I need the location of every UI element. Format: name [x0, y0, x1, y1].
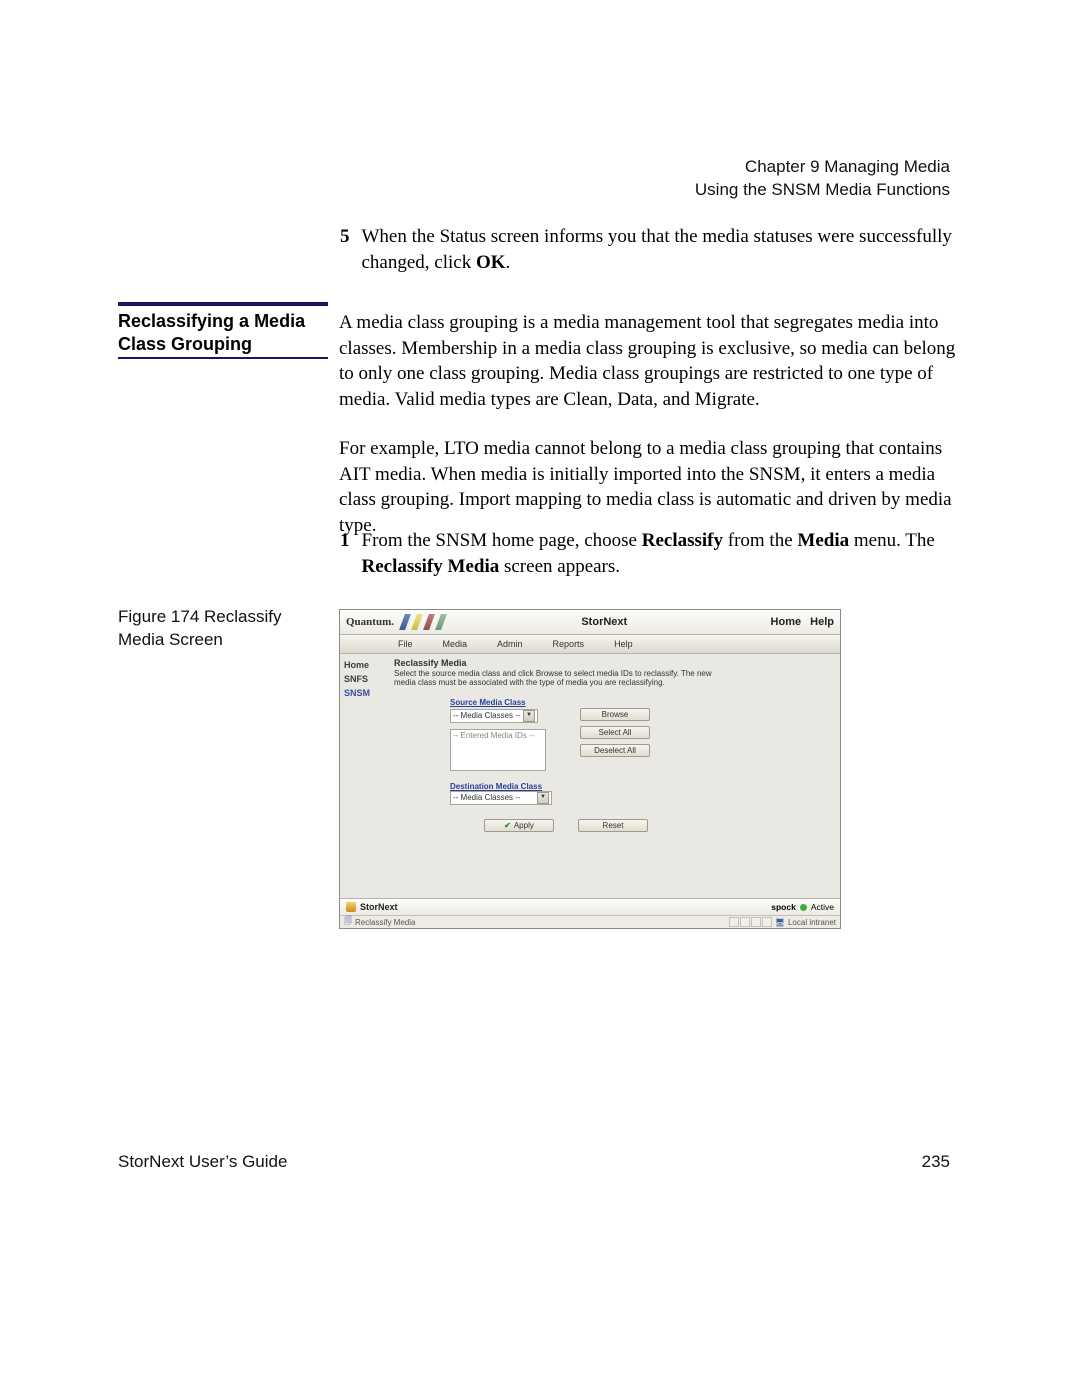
- step-5-text-c: .: [506, 252, 511, 273]
- select-all-button[interactable]: Select All: [580, 726, 650, 739]
- menu-file[interactable]: File: [398, 639, 413, 649]
- section-heading-rule-bottom: [118, 357, 328, 359]
- menu-admin[interactable]: Admin: [497, 639, 523, 649]
- reset-button[interactable]: Reset: [578, 819, 648, 832]
- brand-bars-icon: [399, 614, 447, 630]
- apply-button[interactable]: ✔Apply: [484, 819, 554, 832]
- chapter-label: Chapter 9 Managing Media: [695, 156, 950, 179]
- step-5-text: When the Status screen informs you that …: [362, 224, 961, 275]
- app-title: StorNext: [581, 616, 627, 628]
- chapter-subtitle: Using the SNSM Media Functions: [695, 179, 950, 202]
- sidebar-item-snsm[interactable]: SNSM: [344, 688, 390, 698]
- listbox-placeholder: -- Entered Media IDs --: [453, 731, 534, 740]
- status-zone: Local intranet: [788, 918, 836, 927]
- browser-statusbar: 🗐 Reclassify Media 🖥 Local intranet: [340, 915, 840, 928]
- step-1-number: 1: [340, 528, 350, 579]
- main-description: Select the source media class and click …: [394, 670, 714, 688]
- destination-media-class-label[interactable]: Destination Media Class: [450, 782, 542, 791]
- browse-button[interactable]: Browse: [580, 708, 650, 721]
- page-header: Chapter 9 Managing Media Using the SNSM …: [695, 156, 950, 202]
- menu-help[interactable]: Help: [614, 639, 633, 649]
- section-heading-rule-top: [118, 302, 328, 306]
- menu-media[interactable]: Media: [443, 639, 468, 649]
- sidebar-item-snfs[interactable]: SNFS: [344, 674, 390, 684]
- entered-media-ids-listbox[interactable]: -- Entered Media IDs --: [450, 729, 546, 771]
- menu-reports[interactable]: Reports: [553, 639, 585, 649]
- deselect-all-button[interactable]: Deselect All: [580, 744, 650, 757]
- menu-bar: File Media Admin Reports Help: [340, 635, 840, 654]
- destination-block: Destination Media Class -- Media Classes…: [394, 781, 834, 805]
- sidebar-item-home[interactable]: Home: [344, 660, 390, 670]
- source-block: Source Media Class -- Media Classes -- ▼…: [394, 698, 834, 771]
- footer-page-number: 235: [922, 1152, 950, 1172]
- footer-guide-name: StorNext User’s Guide: [118, 1152, 287, 1172]
- main-title: Reclassify Media: [394, 658, 834, 668]
- footer-status: Active: [811, 902, 834, 912]
- step-1: 1 From the SNSM home page, choose Reclas…: [340, 528, 960, 579]
- footer-brand: StorNext: [360, 902, 398, 912]
- app-sidebar: Home SNFS SNSM: [340, 654, 394, 900]
- app-footer-bar: StorNext spock Active: [340, 898, 840, 916]
- app-titlebar: Quantum. StorNext Home Help: [340, 610, 840, 635]
- step-5: 5 When the Status screen informs you tha…: [340, 224, 960, 275]
- step-5-text-bold: OK: [476, 252, 506, 273]
- step-1-text: From the SNSM home page, choose Reclassi…: [362, 528, 961, 579]
- step-5-text-a: When the Status screen informs you that …: [362, 226, 952, 273]
- destination-media-class-select[interactable]: -- Media Classes -- ▼: [450, 791, 552, 805]
- destination-select-value: -- Media Classes --: [453, 793, 521, 802]
- page-icon: 🗐: [344, 915, 352, 929]
- app-main: Reclassify Media Select the source media…: [394, 654, 840, 900]
- source-select-value: -- Media Classes --: [453, 711, 521, 720]
- app-body: Home SNFS SNSM Reclassify Media Select t…: [340, 654, 840, 900]
- source-media-class-select[interactable]: -- Media Classes -- ▼: [450, 709, 538, 723]
- reclassify-media-screenshot: Quantum. StorNext Home Help File Media A…: [339, 609, 841, 929]
- status-dot-icon: [800, 904, 807, 911]
- paragraph-intro: A media class grouping is a media manage…: [339, 310, 960, 413]
- intranet-icon: 🖥: [775, 918, 785, 927]
- paragraph-example: For example, LTO media cannot belong to …: [339, 436, 960, 539]
- section-heading: Reclassifying a Media Class Grouping: [118, 302, 328, 359]
- document-page: Chapter 9 Managing Media Using the SNSM …: [0, 0, 1080, 1397]
- action-buttons: ✔Apply Reset: [394, 819, 834, 832]
- check-icon: ✔: [504, 821, 511, 830]
- stornext-logo-icon: [346, 902, 356, 912]
- nav-help-link[interactable]: Help: [810, 616, 834, 628]
- footer-hostname: spock: [771, 902, 796, 912]
- figure-caption: Figure 174 Reclassify Media Screen: [118, 606, 328, 652]
- section-heading-text: Reclassifying a Media Class Grouping: [118, 310, 328, 355]
- chevron-down-icon: ▼: [523, 710, 535, 722]
- nav-home-link[interactable]: Home: [771, 616, 802, 628]
- brand-label: Quantum.: [346, 616, 394, 628]
- source-media-class-label[interactable]: Source Media Class: [450, 698, 546, 707]
- status-boxes: [729, 917, 772, 927]
- step-5-number: 5: [340, 224, 350, 275]
- chevron-down-icon: ▼: [537, 792, 549, 804]
- status-page-name: Reclassify Media: [355, 918, 415, 927]
